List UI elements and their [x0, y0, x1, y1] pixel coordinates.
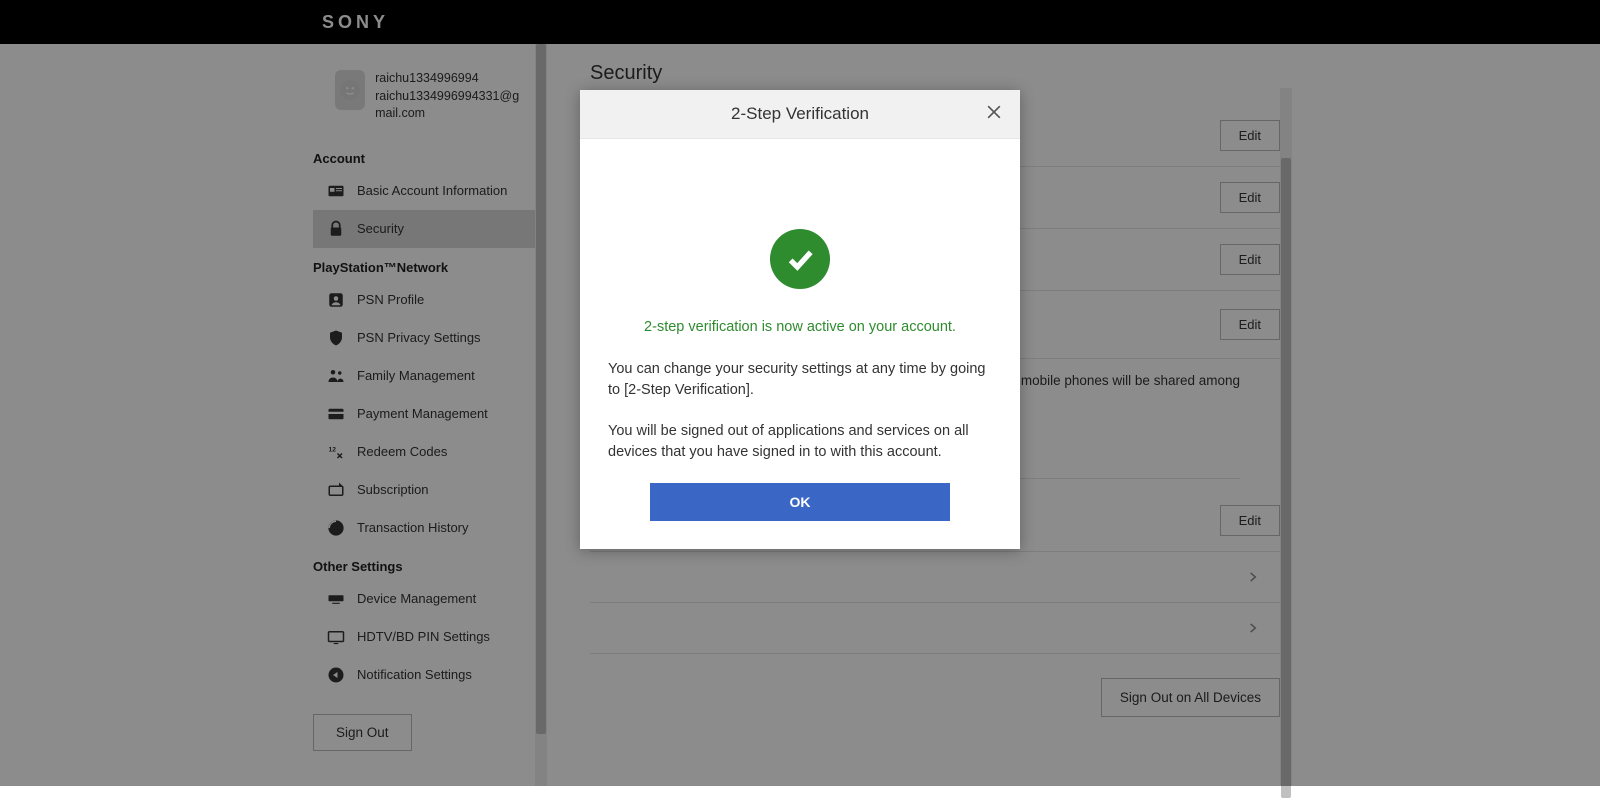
modal-body: 2-step verification is now active on you…: [580, 139, 1020, 549]
two-step-verification-modal: 2-Step Verification 2-step verification …: [580, 90, 1020, 549]
ok-button[interactable]: OK: [650, 483, 950, 521]
modal-overlay: 2-Step Verification 2-step verification …: [0, 0, 1600, 786]
modal-title: 2-Step Verification: [731, 104, 869, 124]
close-icon: [984, 102, 1004, 122]
check-circle-icon: [770, 229, 830, 289]
modal-success-message: 2-step verification is now active on you…: [608, 319, 992, 335]
modal-body-text-1: You can change your security settings at…: [608, 359, 992, 401]
modal-body-text-2: You will be signed out of applications a…: [608, 421, 992, 463]
modal-close-button[interactable]: [982, 100, 1006, 124]
success-check-wrap: [608, 229, 992, 289]
modal-header: 2-Step Verification: [580, 90, 1020, 139]
